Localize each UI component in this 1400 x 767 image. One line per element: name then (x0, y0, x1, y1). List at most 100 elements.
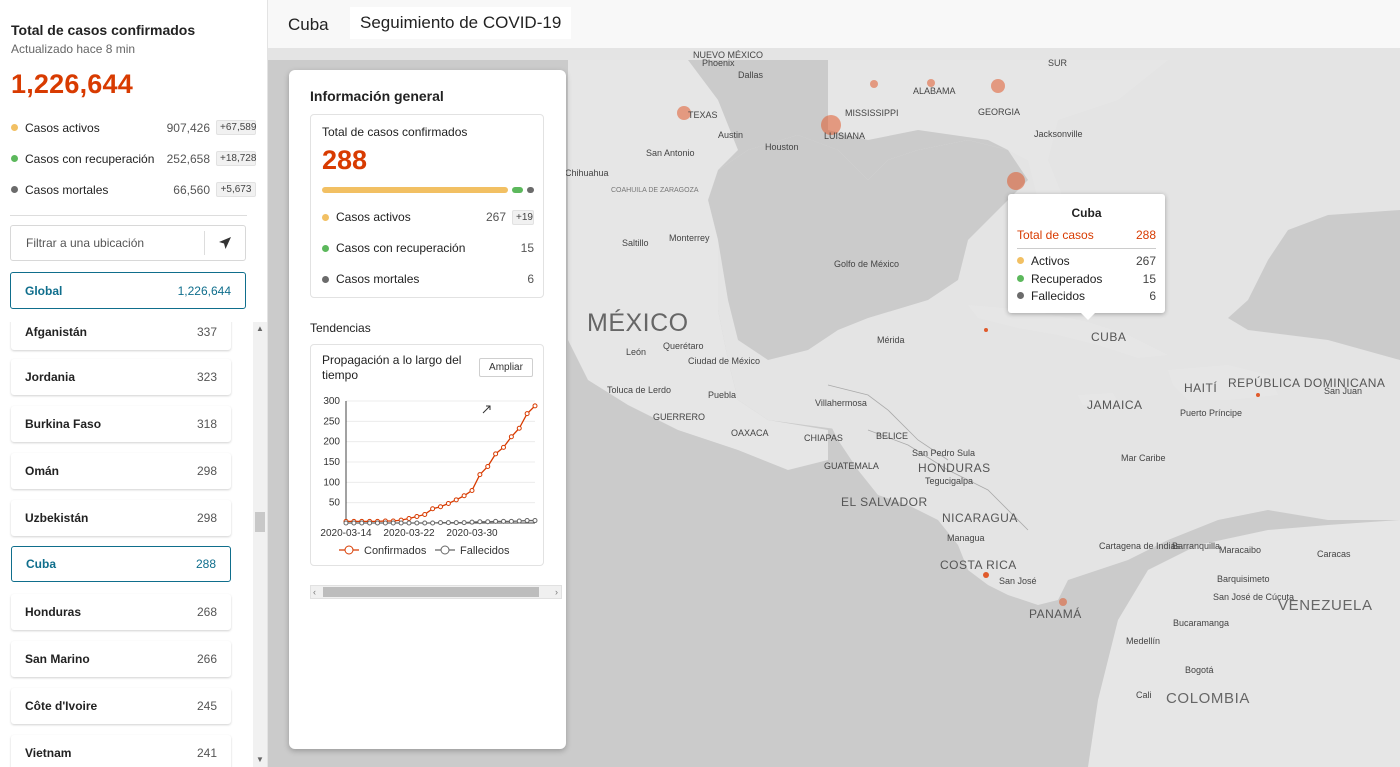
legend-marker (440, 545, 450, 555)
data-point (351, 520, 357, 526)
map-label: TEXAS (688, 110, 718, 120)
horizontal-scrollbar[interactable]: ‹ › (310, 585, 562, 599)
data-point (375, 520, 380, 526)
delta-badge: +19 (512, 209, 534, 225)
map-label: San José (999, 576, 1037, 586)
scroll-up-icon[interactable]: ▲ (255, 324, 265, 334)
y-tick-label: 150 (323, 457, 340, 468)
map-label: CHIAPAS (804, 433, 843, 443)
map-label: Monterrey (669, 233, 710, 243)
country-item-afganistan[interactable]: Afganistán 337 (11, 322, 231, 350)
tooltip-row-recovered: Recuperados 15 (1017, 270, 1156, 287)
map-label: ALABAMA (913, 86, 956, 96)
country-list-scrollbar[interactable]: ▲ ▼ (253, 322, 267, 767)
current-country: Cuba (288, 15, 329, 34)
recovered-dot-icon (11, 155, 18, 162)
map-label: Ciudad de México (688, 356, 761, 366)
sidebar-title: Total de casos confirmados (11, 22, 196, 38)
global-button[interactable]: Global 1,226,644 (10, 272, 246, 309)
data-point (461, 493, 467, 499)
data-point (343, 520, 349, 526)
map-label: HONDURAS (918, 461, 991, 475)
delta-badge: +67,589 (216, 120, 256, 135)
location-filter (10, 225, 246, 261)
map-label: EL SALVADOR (841, 495, 928, 509)
map-label: MISSISSIPPI (845, 108, 899, 118)
data-point (469, 487, 475, 493)
country-item-jordania[interactable]: Jordania 323 (11, 359, 231, 395)
tooltip-total: Total de casos 288 (1017, 228, 1156, 249)
country-item-honduras[interactable]: Honduras 268 (11, 594, 231, 630)
map-label: Toluca de Lerdo (607, 385, 672, 395)
map-label: OAXACA (731, 428, 769, 438)
data-point (524, 518, 530, 524)
map-label: GUERRERO (653, 412, 706, 422)
x-tick-label: 2020-03-22 (383, 528, 435, 539)
y-tick-label: 50 (329, 498, 341, 509)
scroll-left-icon[interactable]: ‹ (313, 586, 316, 598)
data-point (493, 518, 499, 524)
map-label: San Juan (1324, 386, 1363, 396)
data-point (438, 520, 443, 526)
map-label: San Pedro Sula (912, 448, 976, 458)
map-label: León (626, 347, 647, 357)
deaths-dot-icon (322, 275, 329, 283)
country-item-burkina-faso[interactable]: Burkina Faso 318 (11, 406, 231, 442)
data-point (430, 506, 436, 512)
country-item-cote-divoire[interactable]: Côte d'Ivoire 245 (11, 688, 231, 724)
data-point (414, 513, 420, 519)
map-label: LUISIANA (824, 131, 866, 141)
location-filter-input[interactable] (11, 236, 204, 250)
scroll-down-icon[interactable]: ▼ (255, 755, 265, 765)
map-label: Houston (765, 142, 799, 152)
recovered-dot-icon (322, 244, 329, 252)
country-item-vietnam[interactable]: Vietnam 241 (11, 735, 231, 767)
data-point (524, 411, 530, 417)
data-point (469, 519, 475, 525)
map-label: Bogotá (1185, 665, 1214, 675)
tooltip-row-active: Activos 267 (1017, 252, 1156, 269)
global-total: 1,226,644 (11, 69, 133, 99)
data-point (532, 403, 538, 409)
data-point (359, 520, 365, 526)
map-label: Cartagena de Indias (1099, 541, 1181, 551)
row-active: Casos activos 267 +19 (322, 207, 534, 227)
map-label: Jacksonville (1034, 129, 1083, 139)
y-tick-label: 300 (323, 396, 340, 407)
progress-recovered (511, 187, 523, 193)
data-point (493, 451, 499, 457)
map-label: Managua (947, 533, 985, 543)
data-point (508, 434, 514, 440)
y-tick-label: 100 (323, 477, 340, 488)
scroll-right-icon[interactable]: › (555, 586, 558, 598)
x-tick-label: 2020-03-30 (446, 528, 498, 539)
data-point (532, 518, 538, 524)
map-label: Maracaibo (1219, 545, 1262, 555)
map-label: Mar Caribe (1121, 453, 1166, 463)
map-label: Chihuahua (565, 168, 609, 178)
scrollbar-thumb[interactable] (323, 587, 539, 597)
map-label: HAITÍ (1184, 381, 1218, 395)
map-label: COAHUILA DE ZARAGOZA (611, 187, 699, 194)
country-item-san-marino[interactable]: San Marino 266 (11, 641, 231, 677)
summary-card-title: Total de casos confirmados (322, 125, 468, 139)
summary-card: Total de casos confirmados 288 Casos act… (310, 114, 544, 298)
map-label: Villahermosa (815, 398, 867, 408)
map-label: Caracas (1317, 549, 1351, 559)
map-label: Dallas (738, 70, 764, 80)
country-item-uzbekistan[interactable]: Uzbekistán 298 (11, 500, 231, 536)
info-title: Información general (310, 88, 444, 104)
expand-button[interactable]: Ampliar (479, 358, 533, 414)
legend-label: Confirmados (364, 545, 427, 557)
country-item-cuba[interactable]: Cuba 288 (11, 546, 231, 582)
sidebar: Total de casos confirmados Actualizado h… (0, 0, 268, 767)
map-label: Bucaramanga (1173, 618, 1230, 628)
row-deaths: Casos mortales 6 (322, 269, 534, 289)
active-dot-icon (1017, 257, 1024, 264)
data-point (406, 516, 412, 522)
series-line-confirmados (346, 405, 536, 523)
scrollbar-thumb[interactable] (255, 512, 265, 532)
locate-me-button[interactable] (205, 226, 245, 260)
country-item-oman[interactable]: Omán 298 (11, 453, 231, 489)
map-label: NICARAGUA (942, 511, 1018, 525)
